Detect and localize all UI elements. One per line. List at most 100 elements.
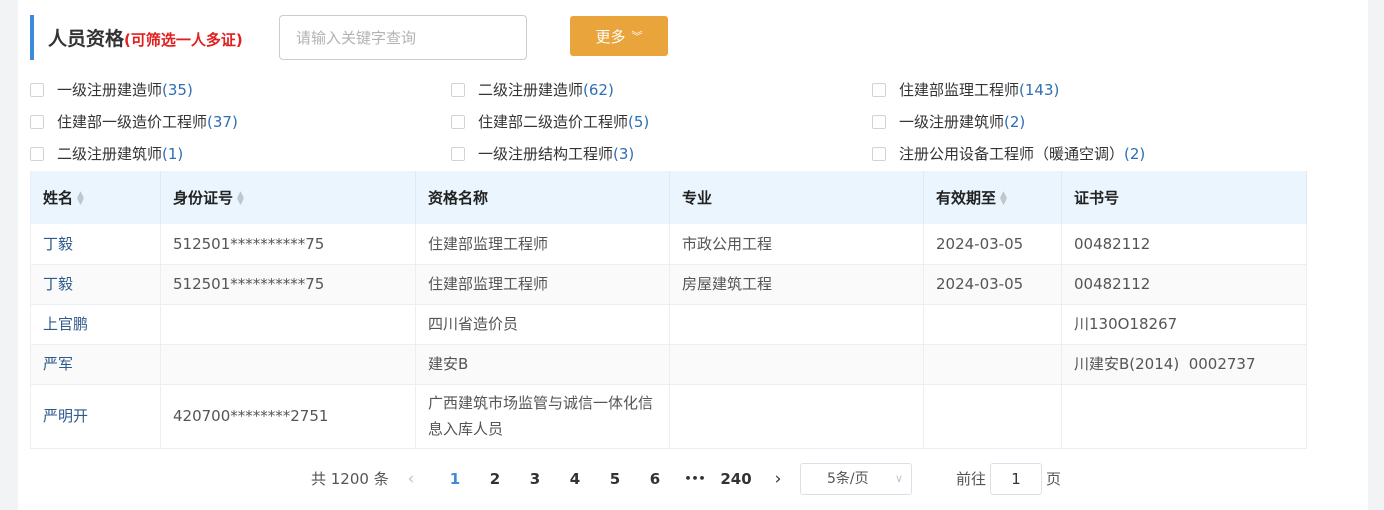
checkbox[interactable] — [872, 146, 886, 161]
chevron-down-icon: ∨ — [894, 472, 903, 485]
filter-item[interactable]: 注册公用设备工程师（暖通空调） (2) — [872, 143, 1145, 164]
table-row: 严军 建安B 川建安B(2014) 0002737 — [30, 344, 1307, 385]
page-scrollbar-track[interactable] — [1368, 0, 1384, 510]
filter-label: 注册公用设备工程师（暖通空调） — [899, 145, 1125, 163]
page-size-value: 5条/页 — [827, 471, 869, 487]
filter-item[interactable]: 一级注册建筑师 (2) — [872, 111, 1025, 132]
filter-count: (2) — [1124, 144, 1146, 163]
filter-item[interactable]: 二级注册建造师 (62) — [451, 79, 614, 100]
goto-prefix: 前往 — [956, 470, 987, 488]
total-count: 共 1200 条 — [311, 470, 389, 488]
filter-label: 一级注册建造师 — [57, 81, 163, 99]
personnel-table: 姓名 ▲ ▼ 身份证号 ▲ ▼ 资格名称 专业 有效期至 ▲ ▼ 证书号 丁毅 512501… — [30, 171, 1307, 449]
pagination: 共 1200 条 ‹ 1 2 3 4 5 6 ••• 240 › 5条/页 ∨ 前… — [0, 463, 1384, 495]
filter-item[interactable]: 一级注册结构工程师 (3) — [451, 143, 634, 164]
filter-label: 二级注册建筑师 — [57, 145, 163, 163]
page-5[interactable]: 5 — [600, 463, 630, 495]
page-3[interactable]: 3 — [520, 463, 550, 495]
filter-label: 一级注册建筑师 — [899, 113, 1005, 131]
cell-qualification: 住建部监理工程师 — [415, 224, 670, 265]
goto-page-input[interactable] — [990, 463, 1042, 495]
cell-expiry: 2024-03-05 — [923, 224, 1062, 265]
page-2[interactable]: 2 — [480, 463, 510, 495]
filter-label: 住建部监理工程师 — [899, 81, 1020, 99]
cell-major — [669, 384, 924, 449]
header-label: 专业 — [682, 189, 713, 207]
cell-qualification: 四川省造价员 — [415, 304, 670, 345]
cell-name[interactable]: 丁毅 — [30, 224, 161, 265]
cell-name[interactable]: 严明开 — [30, 384, 161, 449]
checkbox[interactable] — [872, 82, 886, 97]
cell-name[interactable]: 严军 — [30, 344, 161, 385]
cell-certificate-no: 00482112 — [1061, 264, 1307, 305]
checkbox[interactable] — [451, 82, 465, 97]
filter-item[interactable]: 一级注册建造师 (35) — [30, 79, 193, 100]
header-label: 身份证号 — [173, 189, 234, 207]
cell-id-number: 512501**********75 — [160, 264, 416, 305]
filter-count: (1) — [162, 144, 184, 163]
cell-expiry — [923, 344, 1062, 385]
page-4[interactable]: 4 — [560, 463, 590, 495]
cell-major — [669, 344, 924, 385]
table-header-row: 姓名 ▲ ▼ 身份证号 ▲ ▼ 资格名称 专业 有效期至 ▲ ▼ 证书号 — [30, 171, 1307, 224]
header-label: 资格名称 — [428, 189, 489, 207]
filter-item[interactable]: 住建部二级造价工程师 (5) — [451, 111, 649, 132]
checkbox[interactable] — [451, 146, 465, 161]
double-chevron-down-icon: ︾ — [631, 29, 643, 43]
filter-label: 一级注册结构工程师 — [478, 145, 614, 163]
filter-item[interactable]: 二级注册建筑师 (1) — [30, 143, 183, 164]
cell-certificate-no: 00482112 — [1061, 224, 1307, 265]
filter-item[interactable]: 住建部一级造价工程师 (37) — [30, 111, 238, 132]
cell-id-number — [160, 304, 416, 345]
more-button[interactable]: 更多 ︾ — [570, 16, 668, 56]
cell-expiry — [923, 304, 1062, 345]
checkbox[interactable] — [451, 114, 465, 129]
cell-name[interactable]: 丁毅 — [30, 264, 161, 305]
filter-count: (5) — [628, 112, 650, 131]
table-row: 丁毅 512501**********75 住建部监理工程师 市政公用工程 20… — [30, 224, 1307, 265]
column-header-name[interactable]: 姓名 ▲ ▼ — [30, 171, 161, 224]
filter-item[interactable]: 住建部监理工程师 (143) — [872, 79, 1059, 100]
page-1[interactable]: 1 — [440, 463, 470, 495]
cell-expiry: 2024-03-05 — [923, 264, 1062, 305]
cell-major — [669, 304, 924, 345]
table-row: 丁毅 512501**********75 住建部监理工程师 房屋建筑工程 20… — [30, 264, 1307, 305]
filter-label: 二级注册建造师 — [478, 81, 584, 99]
cell-name[interactable]: 上官鹏 — [30, 304, 161, 345]
cell-certificate-no: 川建安B(2014) 0002737 — [1061, 344, 1307, 385]
more-pages-ellipsis[interactable]: ••• — [680, 463, 710, 495]
filter-count: (143) — [1019, 80, 1060, 99]
cell-id-number: 512501**********75 — [160, 224, 416, 265]
page-last[interactable]: 240 — [716, 463, 756, 495]
cell-expiry — [923, 384, 1062, 449]
cell-id-number — [160, 344, 416, 385]
goto-suffix: 页 — [1046, 470, 1062, 488]
cell-certificate-no: 川130O18267 — [1061, 304, 1307, 345]
chevron-left-icon[interactable]: ‹ — [401, 463, 421, 495]
header-label: 姓名 — [43, 189, 74, 207]
filter-label: 住建部二级造价工程师 — [478, 113, 629, 131]
filter-count: (37) — [207, 112, 238, 131]
sort-icon[interactable]: ▲ ▼ — [1000, 190, 1007, 206]
page-size-select[interactable]: 5条/页 ∨ — [800, 463, 912, 495]
sort-icon[interactable]: ▲ ▼ — [237, 190, 244, 206]
search-input[interactable] — [279, 15, 527, 60]
checkbox[interactable] — [30, 82, 44, 97]
checkbox[interactable] — [872, 114, 886, 129]
column-header-certificate-no: 证书号 — [1061, 171, 1307, 224]
column-header-expiry[interactable]: 有效期至 ▲ ▼ — [923, 171, 1062, 224]
cell-major: 市政公用工程 — [669, 224, 924, 265]
column-header-major: 专业 — [669, 171, 924, 224]
section-title: 人员资格(可筛选一人多证) — [48, 24, 243, 51]
title-text: 人员资格 — [48, 28, 125, 50]
column-header-id-number[interactable]: 身份证号 ▲ ▼ — [160, 171, 416, 224]
checkbox[interactable] — [30, 114, 44, 129]
checkbox[interactable] — [30, 146, 44, 161]
page-6[interactable]: 6 — [640, 463, 670, 495]
column-header-qualification: 资格名称 — [415, 171, 670, 224]
title-accent-bar — [30, 15, 34, 60]
sort-icon[interactable]: ▲ ▼ — [77, 190, 84, 206]
filter-count: (2) — [1004, 112, 1026, 131]
cell-major: 房屋建筑工程 — [669, 264, 924, 305]
chevron-right-icon[interactable]: › — [768, 463, 788, 495]
